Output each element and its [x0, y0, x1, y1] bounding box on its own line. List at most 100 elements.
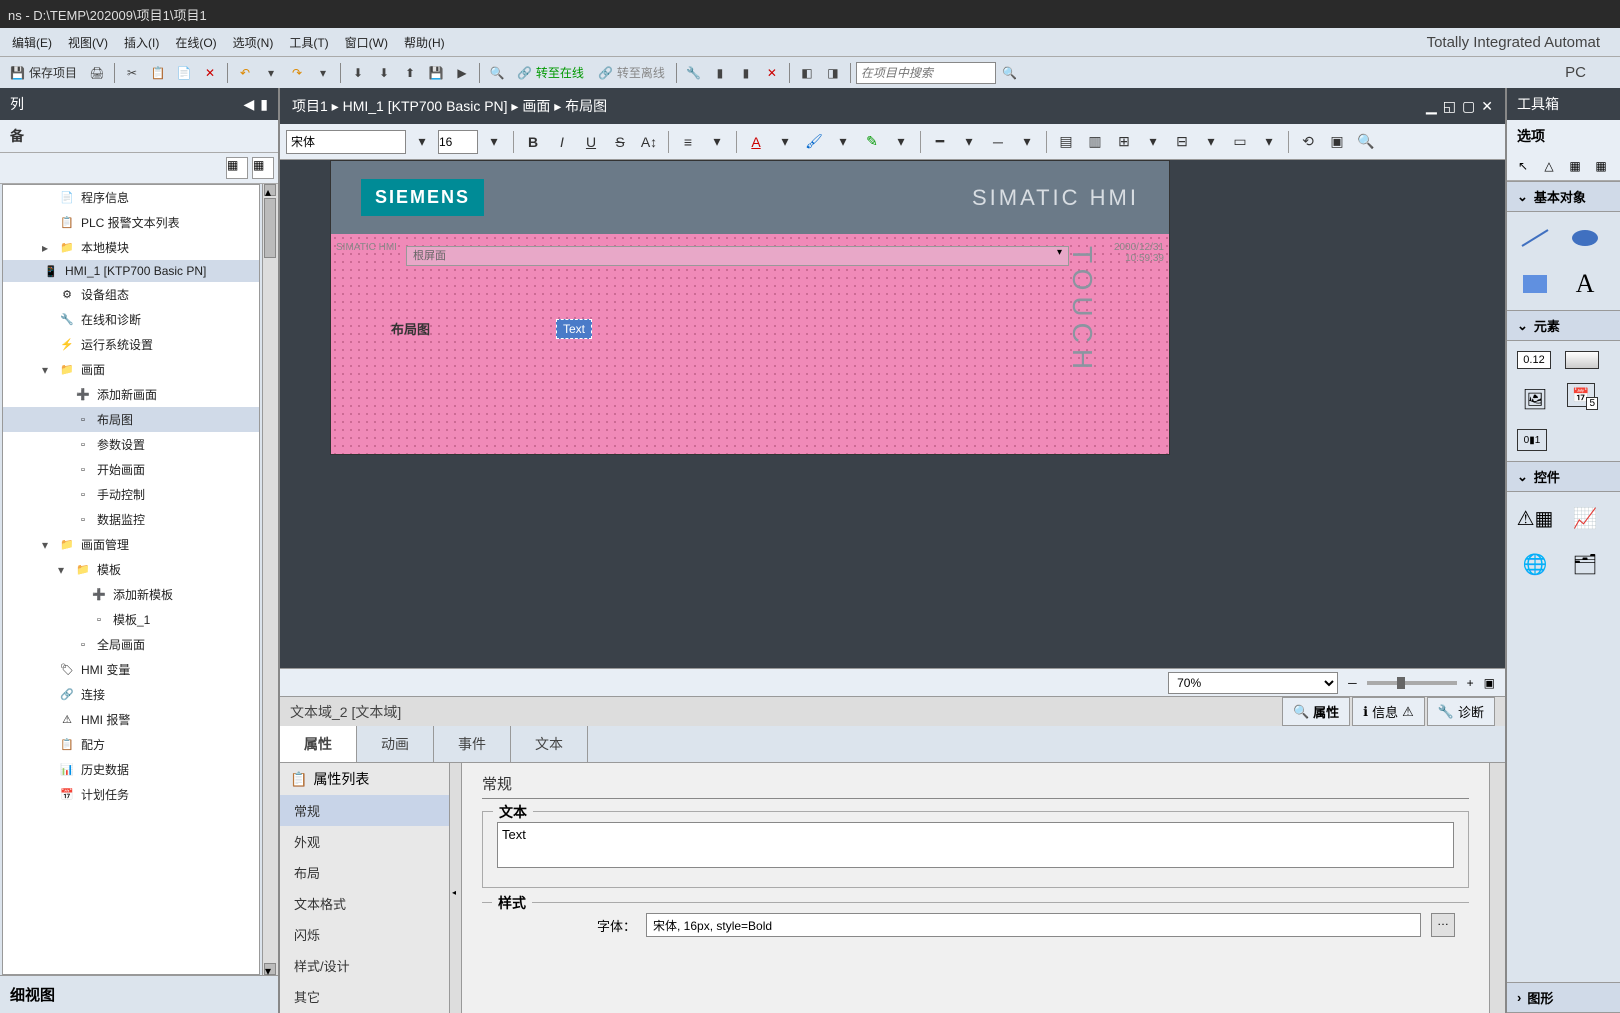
tree-item[interactable]: ▫开始画面 [3, 457, 259, 482]
hmi-screen[interactable]: SIMATIC HMI 根屏面▾ 2000/12/3110:59:39 布局图 … [331, 234, 1169, 454]
undo-icon[interactable]: ↶ [233, 61, 257, 85]
compile-icon[interactable]: ⬇ [346, 61, 370, 85]
sim-icon[interactable]: 💾 [424, 61, 448, 85]
section-elements[interactable]: ⌄元素 [1507, 310, 1620, 341]
layer-back-icon[interactable]: ▥ [1082, 129, 1108, 155]
tree-item[interactable]: ▾📁画面管理 [3, 532, 259, 557]
align-drop-icon[interactable]: ▾ [704, 129, 730, 155]
tree-item[interactable]: 📋PLC 报警文本列表 [3, 210, 259, 235]
props-scrollbar[interactable] [1489, 763, 1505, 1013]
graphic-iofield-tool[interactable]: 🖼 [1517, 383, 1553, 415]
font-grow-icon[interactable]: A↕ [636, 129, 662, 155]
text-field-object[interactable]: Text [556, 319, 592, 339]
font-size-select[interactable] [438, 130, 478, 154]
go-online-button[interactable]: 🔗 转至在线 [511, 61, 590, 85]
menu-view[interactable]: 视图(V) [60, 30, 116, 55]
ellipse-tool[interactable] [1567, 222, 1603, 254]
menu-insert[interactable]: 插入(I) [116, 30, 167, 55]
menu-options[interactable]: 选项(N) [225, 30, 282, 55]
tool4-icon[interactable]: ▦ [1591, 156, 1611, 176]
bold-icon[interactable]: B [520, 129, 546, 155]
win-close-icon[interactable]: ✕ [1481, 98, 1493, 115]
props-tab-info[interactable]: ℹ 信息 ⚠ [1352, 697, 1425, 726]
tree-item[interactable]: 📋配方 [3, 732, 259, 757]
menu-help[interactable]: 帮助(H) [396, 30, 453, 55]
section-graphics[interactable]: ›图形 [1507, 982, 1620, 1013]
tree-item[interactable]: 📅计划任务 [3, 782, 259, 807]
props-list-splitter[interactable]: ◂ [450, 763, 462, 1013]
redo-icon[interactable]: ↷ [285, 61, 309, 85]
linecolor-drop-icon[interactable]: ▾ [888, 129, 914, 155]
menu-window[interactable]: 窗口(W) [337, 30, 396, 55]
go-offline-button[interactable]: 🔗 转至离线 [592, 61, 671, 85]
cut-icon[interactable]: ✂ [120, 61, 144, 85]
alarm-view-tool[interactable]: ⚠▦ [1517, 502, 1553, 534]
subtab-events[interactable]: 事件 [434, 726, 511, 762]
same-size-icon[interactable]: ▭ [1227, 129, 1253, 155]
screen-dropdown[interactable]: 根屏面▾ [406, 246, 1069, 266]
menu-tools[interactable]: 工具(T) [281, 30, 336, 55]
win-min-icon[interactable]: ▁ [1426, 98, 1437, 115]
subtab-animation[interactable]: 动画 [357, 726, 434, 762]
tree-item[interactable]: ⚙设备组态 [3, 282, 259, 307]
tool3-icon[interactable]: ▦ [1565, 156, 1585, 176]
tb-icon1[interactable]: 🔧 [682, 61, 706, 85]
project-search-input[interactable] [856, 62, 996, 84]
win-rest-icon[interactable]: ◱ [1443, 98, 1456, 115]
search-go-icon[interactable]: 🔍 [998, 61, 1022, 85]
tree-item[interactable]: ➕添加新画面 [3, 382, 259, 407]
line-tool[interactable] [1517, 222, 1553, 254]
tb-icon2[interactable]: ▮ [708, 61, 732, 85]
font-value-input[interactable] [646, 913, 1421, 937]
linecolor-icon[interactable]: ✎ [859, 129, 885, 155]
linewidth-icon[interactable]: ━ [927, 129, 953, 155]
tree-item[interactable]: 📱HMI_1 [KTP700 Basic PN] [3, 260, 259, 282]
distribute-icon[interactable]: ⊟ [1169, 129, 1195, 155]
canvas-area[interactable]: SIEMENS SIMATIC HMI SIMATIC HMI 根屏面▾ 200… [280, 160, 1505, 668]
upload-icon[interactable]: ⬆ [398, 61, 422, 85]
split-v-icon[interactable]: ◨ [821, 61, 845, 85]
start-icon[interactable]: ▶ [450, 61, 474, 85]
menu-edit[interactable]: 编辑(E) [4, 30, 60, 55]
fontcolor-icon[interactable]: A [743, 129, 769, 155]
redo-drop-icon[interactable]: ▾ [311, 61, 335, 85]
trend-view-tool[interactable]: 📈 [1567, 502, 1603, 534]
tb-icon3[interactable]: ▮ [734, 61, 758, 85]
panel-close-icon[interactable]: ▮ [260, 96, 268, 113]
tree-item[interactable]: ▫全局画面 [3, 632, 259, 657]
subtab-text[interactable]: 文本 [511, 726, 588, 762]
linewidth-drop-icon[interactable]: ▾ [956, 129, 982, 155]
pointer-icon[interactable]: ↖ [1513, 156, 1533, 176]
save-project-button[interactable]: 💾 保存项目 [4, 61, 83, 85]
tree-tool1-icon[interactable]: ▦ [226, 157, 248, 179]
iofield-tool[interactable]: 0.12 [1517, 351, 1551, 369]
font-select[interactable] [286, 130, 406, 154]
font-drop-icon[interactable]: ▾ [409, 129, 435, 155]
switch-tool[interactable]: 0▮1 [1517, 429, 1547, 451]
recipe-view-tool[interactable]: 🗂 [1567, 548, 1603, 580]
rotate-icon[interactable]: ⟲ [1295, 129, 1321, 155]
section-basic-objects[interactable]: ⌄基本对象 [1507, 181, 1620, 212]
tree-tool2-icon[interactable]: ▦ [252, 157, 274, 179]
tree-item[interactable]: ▫参数设置 [3, 432, 259, 457]
strike-icon[interactable]: S [607, 129, 633, 155]
cat-flash[interactable]: 闪烁 [280, 919, 449, 950]
tree-item[interactable]: ▸📁本地模块 [3, 235, 259, 260]
tree-item[interactable]: 📊历史数据 [3, 757, 259, 782]
html-browser-tool[interactable]: 🌐 [1517, 548, 1553, 580]
linestyle-drop-icon[interactable]: ▾ [1014, 129, 1040, 155]
zoom-in-icon[interactable]: + [1467, 676, 1474, 690]
copy-icon[interactable]: 📋 [146, 61, 170, 85]
project-tree[interactable]: 📄程序信息📋PLC 报警文本列表▸📁本地模块📱HMI_1 [KTP700 Bas… [2, 184, 260, 975]
tree-item[interactable]: 📄程序信息 [3, 185, 259, 210]
group-icon[interactable]: ▣ [1324, 129, 1350, 155]
button-tool[interactable] [1565, 351, 1599, 369]
subtab-properties[interactable]: 属性 [280, 726, 357, 762]
print-icon[interactable]: 🖨 [85, 61, 109, 85]
tree-item[interactable]: ▾📁画面 [3, 357, 259, 382]
undo-drop-icon[interactable]: ▾ [259, 61, 283, 85]
tree-item[interactable]: 🔗连接 [3, 682, 259, 707]
menu-online[interactable]: 在线(O) [167, 30, 224, 55]
download-icon[interactable]: ⬇ [372, 61, 396, 85]
align-left-icon[interactable]: ≡ [675, 129, 701, 155]
